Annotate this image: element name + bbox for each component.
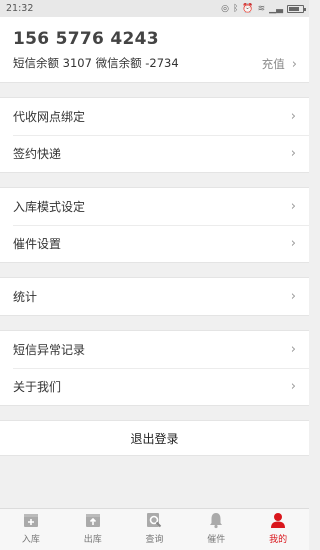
status-bar: 21:32 ◎ ᛒ ⏰ ≋ ▁▃ <box>0 0 309 17</box>
menu-item-contracted-express[interactable]: 签约快递 › <box>0 135 309 172</box>
menu-group-settings: 入库模式设定 › 催件设置 › <box>0 187 309 263</box>
account-header: 156 5776 4243 短信余额 3107 微信余额 -2734 充值 › <box>0 17 309 83</box>
battery-icon <box>287 4 306 13</box>
account-phone: 156 5776 4243 <box>13 29 159 49</box>
bottom-tab-bar: 入库 出库 查询 催件 我的 <box>0 508 309 550</box>
bluetooth-icon: ᛒ <box>232 3 239 14</box>
tab-label: 出库 <box>83 535 102 545</box>
logout-button[interactable]: 退出登录 <box>0 420 309 456</box>
chevron-right-icon: › <box>290 236 296 251</box>
menu-item-about-us[interactable]: 关于我们 › <box>0 368 309 405</box>
tab-outbound[interactable]: 出库 <box>62 509 124 550</box>
menu-item-label: 代收网点绑定 <box>13 110 86 124</box>
inbox-box-icon <box>23 514 38 527</box>
chevron-right-icon: › <box>290 199 296 214</box>
chevron-right-icon: › <box>290 146 296 161</box>
tab-inbound[interactable]: 入库 <box>0 509 62 550</box>
tab-label: 我的 <box>269 535 288 545</box>
menu-item-statistics[interactable]: 统计 › <box>0 278 309 315</box>
menu-group-misc: 短信异常记录 › 关于我们 › <box>0 330 309 406</box>
tab-label: 催件 <box>207 535 226 545</box>
logout-label: 退出登录 <box>130 431 179 446</box>
chevron-right-icon: › <box>291 56 297 72</box>
menu-group-binding: 代收网点绑定 › 签约快递 › <box>0 97 309 173</box>
status-icons: ◎ ᛒ ⏰ ≋ ▁▃ <box>221 3 306 14</box>
user-icon <box>271 513 286 528</box>
signal-icon: ▁▃ <box>269 3 283 14</box>
menu-item-label: 关于我们 <box>13 380 62 394</box>
alarm-icon: ⏰ <box>242 3 254 14</box>
outbox-box-icon <box>85 514 100 527</box>
menu-item-reminder-settings[interactable]: 催件设置 › <box>0 225 309 262</box>
menu-item-bind-outlet[interactable]: 代收网点绑定 › <box>0 98 309 135</box>
chevron-right-icon: › <box>290 342 296 357</box>
menu-item-sms-error-log[interactable]: 短信异常记录 › <box>0 331 309 368</box>
recharge-label: 充值 <box>261 57 285 71</box>
tab-label: 入库 <box>21 535 40 545</box>
bell-icon <box>210 513 223 529</box>
wifi-icon: ≋ <box>257 3 266 14</box>
chevron-right-icon: › <box>290 289 296 304</box>
menu-item-label: 催件设置 <box>13 237 62 251</box>
menu-group-statistics: 统计 › <box>0 277 309 316</box>
search-doc-icon <box>147 513 162 528</box>
tab-label: 查询 <box>145 535 164 545</box>
menu-item-inbound-mode[interactable]: 入库模式设定 › <box>0 188 309 225</box>
tab-query[interactable]: 查询 <box>124 509 186 550</box>
status-time: 21:32 <box>6 3 34 14</box>
menu-item-label: 签约快递 <box>13 147 62 161</box>
recharge-button[interactable]: 充值 › <box>262 56 297 72</box>
location-icon: ◎ <box>221 3 229 14</box>
chevron-right-icon: › <box>290 109 296 124</box>
menu-item-label: 统计 <box>13 290 38 304</box>
menu-item-label: 短信异常记录 <box>13 343 86 357</box>
tab-remind[interactable]: 催件 <box>185 509 247 550</box>
menu-item-label: 入库模式设定 <box>13 200 86 214</box>
tab-mine[interactable]: 我的 <box>247 509 309 550</box>
chevron-right-icon: › <box>290 379 296 394</box>
